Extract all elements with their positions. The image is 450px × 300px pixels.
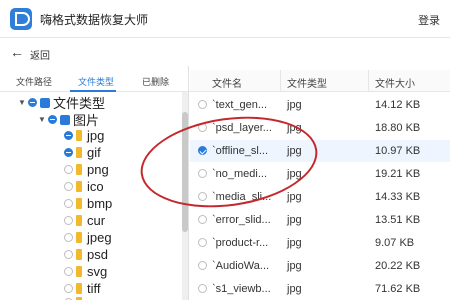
tree-label: png	[87, 162, 109, 177]
folder-icon	[76, 232, 82, 243]
file-type: jpg	[287, 99, 302, 111]
back-label: 返回	[30, 51, 50, 62]
tree-checkbox[interactable]	[64, 165, 73, 174]
tree-label: jpeg	[87, 230, 112, 245]
tree-checkbox[interactable]	[64, 284, 73, 293]
file-name: `product-r...	[212, 237, 269, 249]
tree-group-images[interactable]: ▼ 图片	[38, 111, 99, 128]
file-size: 18.80 KB	[375, 122, 421, 134]
table-row[interactable]: `AudioWa... jpg 20.22 KB	[190, 255, 450, 277]
file-size: 10.97 KB	[375, 145, 421, 157]
tree-checkbox[interactable]	[28, 98, 37, 107]
tree-label: ico	[87, 179, 104, 194]
tree-label: bmp	[87, 196, 113, 211]
folder-icon	[76, 130, 82, 141]
table-row[interactable]: `s1_viewb... jpg 71.62 KB	[190, 278, 450, 300]
row-checkbox[interactable]	[198, 261, 207, 270]
file-size: 19.21 KB	[375, 168, 421, 180]
tree-label: psd	[87, 247, 108, 262]
column-header-size[interactable]: 文件大小	[375, 75, 415, 90]
tree-checkbox[interactable]	[64, 267, 73, 276]
tab-deleted[interactable]: 已删除	[142, 75, 169, 88]
file-size: 14.12 KB	[375, 99, 421, 111]
tree-root-file-type[interactable]: ▼ 文件类型	[18, 94, 105, 111]
file-size: 9.07 KB	[375, 237, 415, 249]
tree-item-psd[interactable]: psd	[64, 246, 108, 263]
tree-item-gif[interactable]: gif	[64, 144, 101, 161]
tree-checkbox[interactable]	[64, 250, 73, 259]
tree-item-jpeg[interactable]: jpeg	[64, 229, 112, 246]
row-checkbox[interactable]	[198, 215, 207, 224]
tree-label: cur	[87, 213, 106, 228]
collapse-icon[interactable]: ▼	[38, 115, 48, 124]
tree-checkbox[interactable]	[64, 148, 73, 157]
row-checkbox[interactable]	[198, 284, 207, 293]
tree-item-svg[interactable]: svg	[64, 263, 107, 280]
row-checkbox[interactable]	[198, 100, 207, 109]
file-name: `text_gen...	[212, 99, 268, 111]
file-name: `AudioWa...	[212, 260, 270, 272]
table-header: 文件名 文件类型 文件大小	[190, 70, 450, 92]
app-logo-icon	[10, 8, 32, 30]
tree-label: eps	[87, 295, 108, 300]
column-header-type[interactable]: 文件类型	[287, 75, 327, 90]
app-title: 嗨格式数据恢复大师	[40, 13, 149, 27]
tree-item-png[interactable]: png	[64, 161, 109, 178]
tab-file-type[interactable]: 文件类型	[78, 75, 114, 88]
file-type: jpg	[287, 214, 302, 226]
file-type: jpg	[287, 237, 302, 249]
file-type: jpg	[287, 260, 302, 272]
tree-item-eps[interactable]: eps	[64, 294, 108, 300]
column-divider[interactable]	[280, 70, 281, 92]
file-type: jpg	[287, 283, 302, 295]
view-tabs: 文件路径 文件类型 已删除	[0, 70, 190, 92]
collapse-icon[interactable]: ▼	[18, 98, 28, 107]
tree-label: svg	[87, 264, 108, 279]
file-size: 14.33 KB	[375, 191, 421, 203]
tab-file-path[interactable]: 文件路径	[16, 75, 52, 88]
folder-icon	[76, 215, 82, 226]
file-size: 13.51 KB	[375, 214, 421, 226]
table-row[interactable]: `error_slid... jpg 13.51 KB	[190, 209, 450, 231]
folder-icon	[76, 249, 82, 260]
file-size: 71.62 KB	[375, 283, 421, 295]
tree-item-cur[interactable]: cur	[64, 212, 105, 229]
tree-checkbox[interactable]	[64, 199, 73, 208]
tree-item-jpg[interactable]: jpg	[64, 127, 104, 144]
tree-checkbox[interactable]	[64, 131, 73, 140]
column-header-name[interactable]: 文件名	[212, 75, 242, 90]
file-size: 20.22 KB	[375, 260, 421, 272]
arrow-left-icon: ←	[10, 44, 24, 60]
file-name: `error_slid...	[212, 214, 271, 226]
row-checkbox[interactable]	[198, 238, 207, 247]
folder-icon	[76, 164, 82, 175]
tree-checkbox[interactable]	[64, 233, 73, 242]
image-folder-icon	[60, 114, 70, 125]
table-row[interactable]: `product-r... jpg 9.07 KB	[190, 232, 450, 254]
tree-label: gif	[87, 145, 101, 160]
tree-checkbox[interactable]	[64, 216, 73, 225]
folder-icon	[76, 283, 82, 294]
file-name: `s1_viewb...	[212, 283, 271, 295]
folder-icon	[76, 181, 82, 192]
title-bar: 嗨格式数据恢复大师 登录	[0, 0, 450, 38]
tree-checkbox[interactable]	[48, 115, 57, 124]
folder-icon	[76, 147, 82, 158]
tree-item-bmp[interactable]: bmp	[64, 195, 112, 212]
back-button[interactable]: ← 返回	[0, 40, 190, 66]
category-icon	[40, 97, 50, 108]
table-row[interactable]: `text_gen... jpg 14.12 KB	[190, 94, 450, 116]
tree-checkbox[interactable]	[64, 182, 73, 191]
tree-label: jpg	[87, 128, 105, 143]
file-type: jpg	[287, 191, 302, 203]
folder-icon	[76, 266, 82, 277]
column-divider[interactable]	[368, 70, 369, 92]
folder-icon	[76, 198, 82, 209]
tree-item-ico[interactable]: ico	[64, 178, 104, 195]
login-button[interactable]: 登录	[418, 12, 440, 28]
